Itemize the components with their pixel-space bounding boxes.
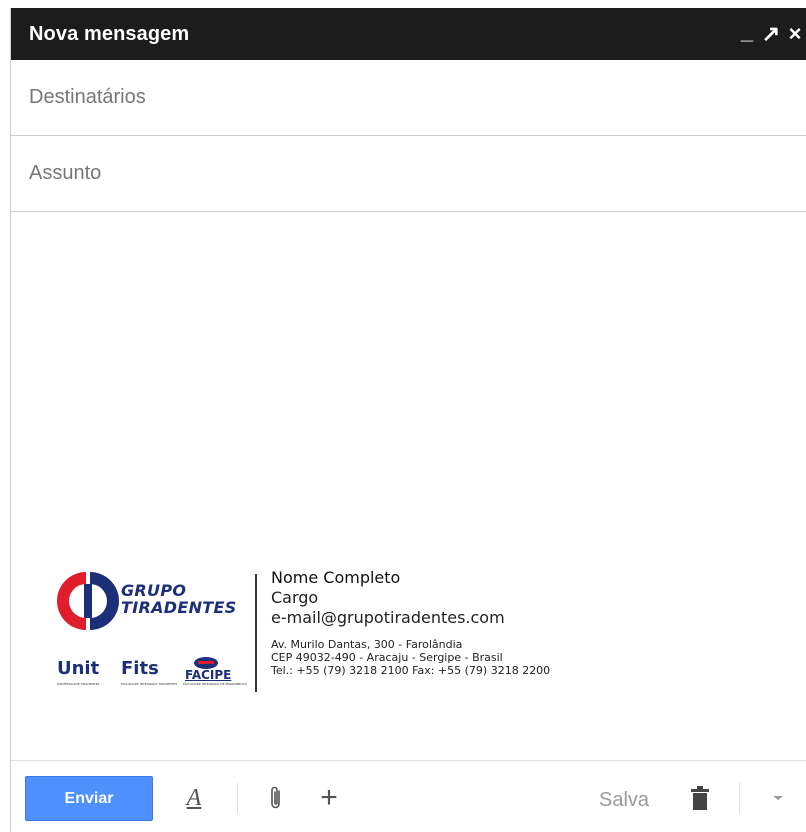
send-button[interactable]: Enviar [25,776,153,821]
more-options-plus-icon[interactable]: + [317,778,341,818]
subject-row [11,136,806,212]
fits-logo: Fits [121,658,159,679]
grupo-tiradentes-logo: GRUPO TIRADENTES Unit UNIVERSIDADE TIRAD… [57,564,247,704]
subject-input[interactable] [11,136,806,211]
facipe-logo: FACIPE [185,668,232,682]
message-body[interactable]: GRUPO TIRADENTES Unit UNIVERSIDADE TIRAD… [11,212,806,760]
gt-wordmark-line1: GRUPO [121,581,187,600]
recipients-row [11,60,806,136]
toolbar-divider [739,783,740,813]
discard-draft-icon[interactable] [687,778,713,818]
signature-email: e-mail@grupotiradentes.com [271,608,505,627]
signature-details: Nome Completo Cargo e-mail@grupotiradent… [271,568,550,677]
address-line-1: Av. Murilo Dantas, 300 - Farolândia [271,638,463,651]
facipe-subtitle: FACULDADE INTEGRADA DE PERNAMBUCO [183,682,247,686]
minimize-icon[interactable]: _ [735,21,759,43]
compose-titlebar[interactable]: Nova mensagem _ ↗ × [11,8,806,60]
compose-title: Nova mensagem [29,22,190,45]
signature-role: Cargo [271,588,319,607]
unit-subtitle: UNIVERSIDADE TIRADENTES [57,682,100,686]
compose-toolbar: Enviar A + Salva [11,760,806,832]
popout-icon[interactable]: ↗ [759,23,783,45]
formatting-options-icon[interactable]: A [181,778,207,818]
gt-wordmark: GRUPO TIRADENTES [121,582,237,616]
window-controls: _ ↗ × [735,8,806,60]
signature-divider [255,574,257,692]
brand-logos: Unit UNIVERSIDADE TIRADENTES Fits FACULD… [57,656,247,692]
email-signature: GRUPO TIRADENTES Unit UNIVERSIDADE TIRAD… [57,564,577,704]
chevron-down-icon[interactable] [767,778,789,818]
signature-address: Av. Murilo Dantas, 300 - Farolândia CEP … [271,638,550,677]
address-line-2: CEP 49032-490 - Aracaju - Sergipe - Bras… [271,651,503,664]
gt-emblem-icon [57,572,119,630]
signature-name: Nome Completo [271,568,401,587]
attach-file-icon[interactable] [265,778,287,818]
recipients-input[interactable] [11,60,806,135]
compose-window: Nova mensagem _ ↗ × GRUPO TIRADENTES [10,8,806,832]
unit-logo: Unit [57,658,100,679]
toolbar-divider [237,783,238,813]
saved-status: Salva [599,789,650,811]
fits-subtitle: FACULDADE INTEGRADA TIRADENTES [121,682,178,686]
phone-line: Tel.: +55 (79) 3218 2100 Fax: +55 (79) 3… [271,664,551,677]
close-icon[interactable]: × [783,23,806,45]
gt-wordmark-line2: TIRADENTES [121,598,237,617]
